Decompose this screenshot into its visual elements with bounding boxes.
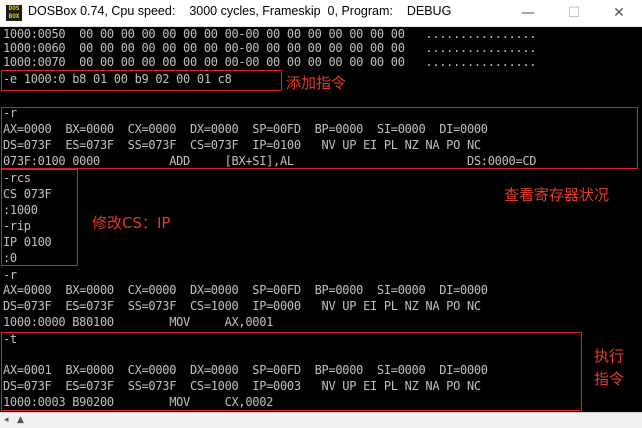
title-app: DOSBox 0.74, Cpu speed: xyxy=(28,4,176,18)
annotation-view-registers: 查看寄存器状况 xyxy=(504,186,610,204)
scroll-up-icon[interactable]: ▲ xyxy=(17,413,24,428)
status-bar: ◂ ▲ xyxy=(0,412,642,428)
add-instruction-box xyxy=(1,70,282,91)
modify-cs-ip-box xyxy=(1,169,78,266)
annotation-execute-line2: 指令 xyxy=(594,370,625,388)
minimize-button[interactable]: — xyxy=(505,0,551,26)
console-line: 1000:0060 00 00 00 00 00 00 00 00-00 00 … xyxy=(3,41,537,55)
console-line: -r xyxy=(3,268,17,282)
window-title: DOSBox 0.74, Cpu speed: 3000 cycles, Fram… xyxy=(28,4,465,18)
annotation-modify-cs-ip: 修改CS：IP xyxy=(92,214,171,232)
execute-instruction-box xyxy=(1,332,582,411)
maximize-button[interactable]: ☐ xyxy=(551,0,597,26)
title-cycles: 3000 cycles, Frameskip 0, Program: xyxy=(189,4,393,18)
console-line: AX=0000 BX=0000 CX=0000 DX=0000 SP=00FD … xyxy=(3,283,488,297)
dosbox-app-icon[interactable]: DOS BOX xyxy=(6,5,22,21)
console-line: 1000:0070 00 00 00 00 00 00 00 00-00 00 … xyxy=(3,55,537,69)
scroll-left-icon[interactable]: ◂ xyxy=(4,413,9,428)
annotation-execute-line1: 执行 xyxy=(594,347,625,365)
title-bar: DOS BOX DOSBox 0.74, Cpu speed: 3000 cycl… xyxy=(0,0,642,27)
console-line: 1000:0050 00 00 00 00 00 00 00 00-00 00 … xyxy=(3,27,537,41)
close-button[interactable]: ✕ xyxy=(596,0,642,26)
view-registers-box xyxy=(1,107,638,169)
console-line: DS=073F ES=073F SS=073F CS=1000 IP=0000 … xyxy=(3,299,481,313)
title-program: DEBUG xyxy=(406,4,452,18)
annotation-add-instruction: 添加指令 xyxy=(286,74,347,92)
console-line: 1000:0000 B80100 MOV AX,0001 xyxy=(3,315,274,329)
